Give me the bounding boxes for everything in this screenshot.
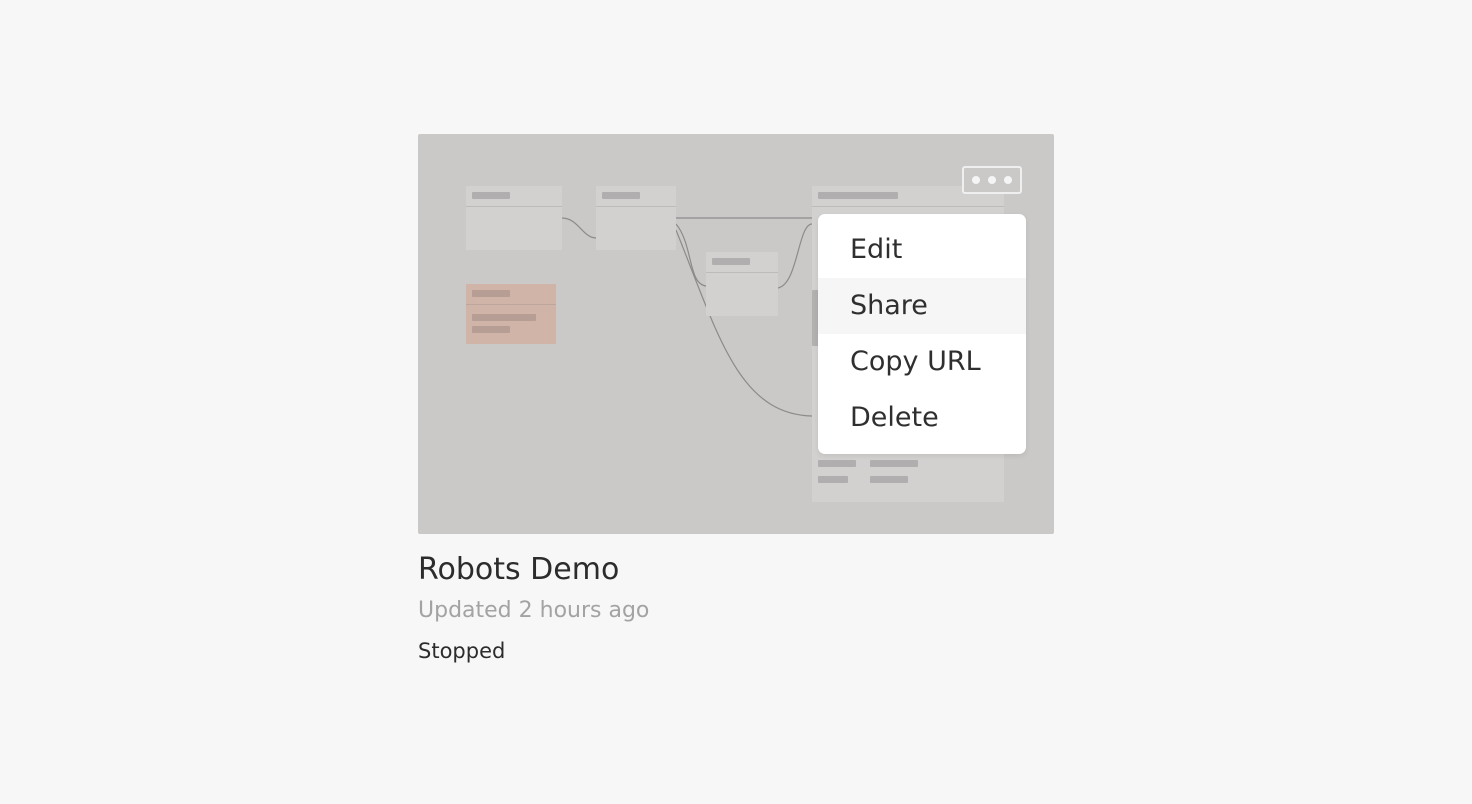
flow-card[interactable]: Edit Share Copy URL Delete Robots Demo U… [418,134,1054,666]
card-updated-time: Updated 2 hours ago [418,598,650,623]
flow-preview[interactable]: Edit Share Copy URL Delete [418,134,1054,534]
menu-item-copy-url[interactable]: Copy URL [818,334,1026,390]
more-horizontal-icon [988,176,996,184]
options-menu: Edit Share Copy URL Delete [818,214,1026,454]
flow-node [596,186,676,250]
status-badge: Stopped [418,639,506,663]
card-title[interactable]: Robots Demo [418,552,1054,588]
flow-node-comment [466,284,556,344]
flow-node [706,252,778,316]
more-options-button[interactable] [962,166,1022,194]
flow-node [466,186,562,250]
more-horizontal-icon [972,176,980,184]
menu-item-delete[interactable]: Delete [818,390,1026,446]
menu-item-share[interactable]: Share [818,278,1026,334]
more-horizontal-icon [1004,176,1012,184]
menu-item-edit[interactable]: Edit [818,222,1026,278]
